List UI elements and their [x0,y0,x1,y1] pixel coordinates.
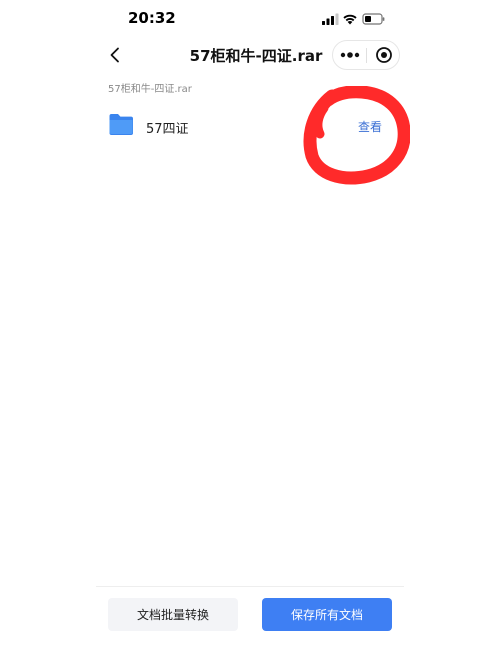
batch-convert-button[interactable]: 文档批量转换 [108,598,238,631]
file-name: 57四证 [146,122,189,137]
toolbar-divider [96,586,404,587]
more-dots-icon [340,52,359,58]
wifi-icon [343,14,357,25]
chevron-left-icon [110,47,119,63]
page-title: 57柜和牛-四证.rar [189,47,323,65]
list-item[interactable]: 57四证 查看 [96,108,404,146]
cellular-signal-icon [322,13,339,25]
target-close-icon [375,47,392,63]
close-button[interactable] [367,41,400,69]
status-bar: 20:32 [0,0,500,40]
battery-icon [362,13,385,25]
save-all-button[interactable]: 保存所有文档 [262,598,392,631]
nav-bar: 57柜和牛-四证.rar [96,38,404,72]
view-button[interactable]: 查看 [358,118,382,135]
status-time: 20:32 [128,9,176,27]
back-button[interactable] [100,40,130,70]
breadcrumb: 57柜和牛-四证.rar [108,84,192,95]
more-button[interactable] [333,41,366,69]
mini-program-capsule [332,40,400,70]
folder-icon [109,114,133,135]
status-icons [322,13,385,25]
